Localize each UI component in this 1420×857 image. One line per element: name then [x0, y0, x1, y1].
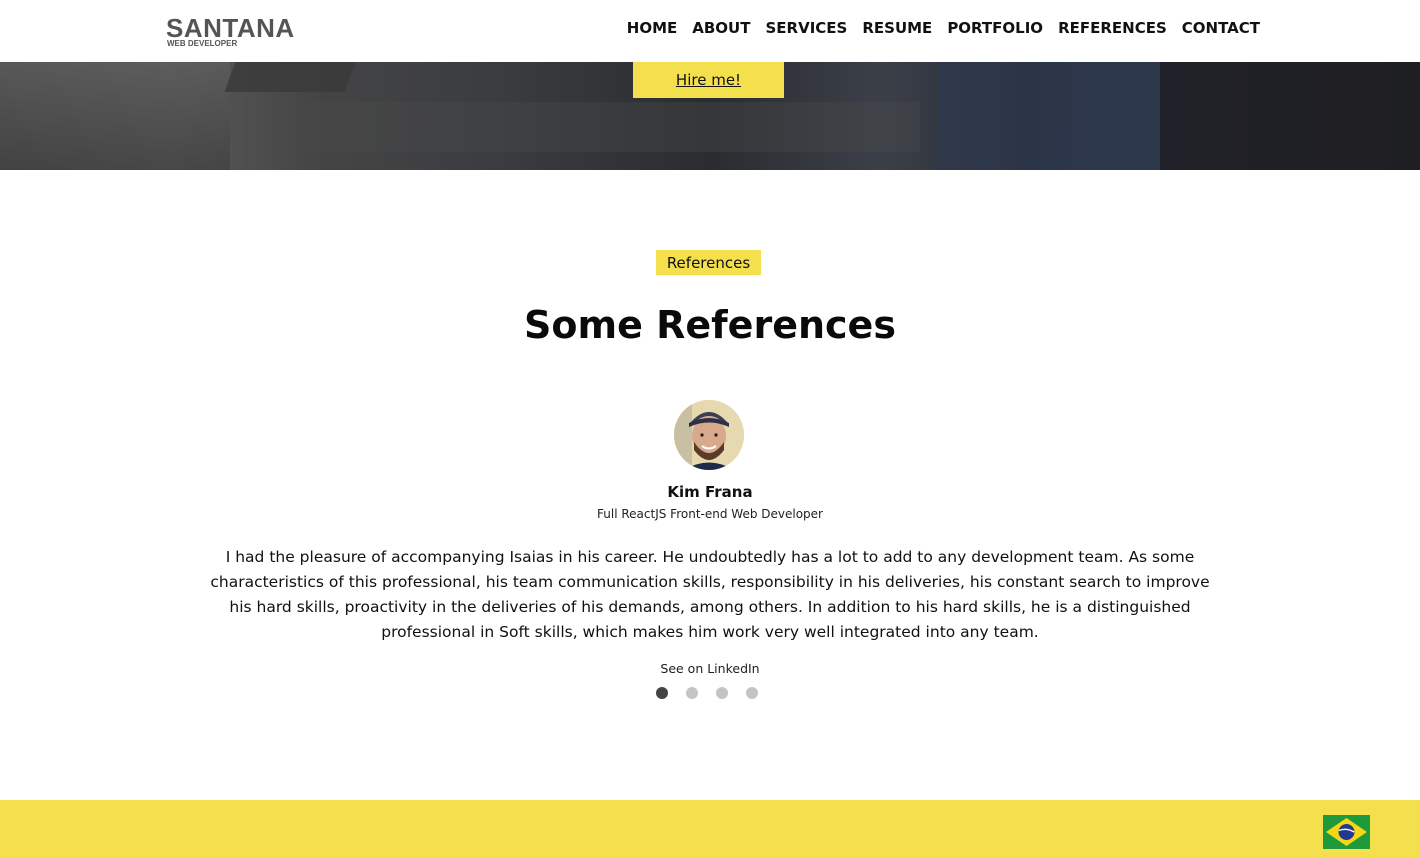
site-header: SANTANA WEB DEVELOPER HOME ABOUT SERVICE…: [0, 0, 1420, 62]
hero-image-shape: [300, 102, 920, 152]
nav-portfolio[interactable]: PORTFOLIO: [947, 18, 1043, 38]
linkedin-link[interactable]: See on LinkedIn: [0, 660, 1420, 678]
reference-role: Full ReactJS Front-end Web Developer: [597, 507, 823, 521]
main-nav: HOME ABOUT SERVICES RESUME PORTFOLIO REF…: [612, 18, 1260, 38]
brazil-flag-icon[interactable]: [1323, 815, 1370, 849]
carousel-dot-2[interactable]: [686, 687, 698, 699]
carousel-dot-3[interactable]: [716, 687, 728, 699]
hero-image-shape: [940, 62, 1160, 170]
reference-name: Kim Frana: [667, 483, 753, 501]
brazil-flag-graphic: [1323, 815, 1370, 849]
avatar: [674, 400, 744, 470]
carousel-dot-1[interactable]: [656, 687, 668, 699]
section-title: Some References: [524, 303, 896, 347]
footer-bar: [0, 800, 1420, 857]
reference-quote: I had the pleasure of accompanying Isaia…: [210, 548, 1210, 641]
nav-about[interactable]: ABOUT: [692, 18, 750, 38]
logo[interactable]: SANTANA WEB DEVELOPER: [166, 14, 295, 48]
hire-me-button[interactable]: Hire me!: [633, 62, 784, 98]
nav-home[interactable]: HOME: [627, 18, 677, 38]
section-tag: References: [656, 250, 761, 275]
hero-image-shape: [0, 62, 230, 170]
nav-services[interactable]: SERVICES: [765, 18, 847, 38]
nav-resume[interactable]: RESUME: [862, 18, 932, 38]
hero-image-shape: [224, 62, 356, 92]
carousel-dot-4[interactable]: [746, 687, 758, 699]
logo-title: SANTANA: [166, 13, 295, 43]
hero-image-shape: [1160, 62, 1420, 170]
carousel-dots: [656, 687, 758, 699]
person-photo-icon: [674, 400, 744, 470]
nav-contact[interactable]: CONTACT: [1182, 18, 1260, 38]
nav-references[interactable]: REFERENCES: [1058, 18, 1167, 38]
